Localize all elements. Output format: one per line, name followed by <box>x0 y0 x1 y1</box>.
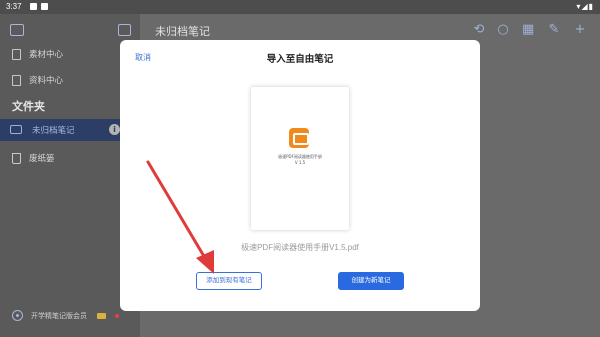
sidebar-item-label: 未归档笔记 <box>32 125 75 135</box>
add-to-existing-note-button[interactable]: 添加到现有笔记 <box>196 272 262 290</box>
grid-icon[interactable]: ▦ <box>522 23 534 36</box>
app-logo-icon <box>289 128 309 148</box>
membership-link[interactable]: 开学精笔记版会员 <box>12 310 119 321</box>
folder-section-title: 文件夹 <box>12 101 45 113</box>
add-icon[interactable]: + <box>574 23 586 36</box>
status-time: 3:37 <box>6 2 22 11</box>
trash-icon <box>12 152 21 164</box>
sidebar-item-label: 资料中心 <box>29 75 64 85</box>
notification-icon <box>30 3 37 10</box>
gear-icon[interactable] <box>12 310 23 321</box>
battery-wifi-icon: ▾◢▮ <box>576 2 594 11</box>
membership-label: 开学精笔记版会员 <box>31 312 87 320</box>
search-icon[interactable]: ○ <box>497 23 509 36</box>
sidebar-toggle-icon[interactable] <box>10 24 24 36</box>
sidebar-item-unfiled-notes[interactable]: 未归档笔记 i <box>0 119 128 141</box>
folder-icon <box>10 125 22 134</box>
edit-icon[interactable]: ✎ <box>548 23 560 36</box>
thumbnail-caption: 极速PDF阅读器使用手册 V 1.5 <box>251 154 349 166</box>
sidebar-item-materials[interactable]: 素材中心 <box>12 45 63 63</box>
sidebar-item-label: 素材中心 <box>29 49 64 59</box>
sidebar-item-resources[interactable]: 资料中心 <box>12 71 63 89</box>
sidebar: 素材中心 资料中心 文件夹 未归档笔记 i 废纸篓 开学精笔记版会员 <box>0 14 140 337</box>
sidebar-item-trash[interactable]: 废纸篓 <box>12 149 55 167</box>
file-name: 极速PDF阅读器使用手册V1.5.pdf <box>241 243 359 252</box>
red-dot-icon <box>115 313 119 318</box>
notification-icon <box>41 3 48 10</box>
document-icon <box>12 48 21 60</box>
dialog-title: 导入至自由笔记 <box>266 54 334 65</box>
sync-icon[interactable]: ⟲ <box>473 23 485 36</box>
info-icon[interactable]: i <box>109 124 120 135</box>
document-icon <box>12 74 21 86</box>
status-bar: 3:37 ▾◢▮ <box>0 0 600 14</box>
vip-badge-icon <box>97 312 106 319</box>
import-dialog: 导入至自由笔记 取消 极速PDF阅读器使用手册 V 1.5 极速PDF阅读器使用… <box>120 40 480 311</box>
new-folder-icon[interactable] <box>118 24 131 36</box>
document-thumbnail: 极速PDF阅读器使用手册 V 1.5 <box>251 87 349 230</box>
thumbnail-caption-line: V 1.5 <box>294 160 306 165</box>
page-title: 未归档笔记 <box>155 26 210 38</box>
cancel-button[interactable]: 取消 <box>135 52 151 63</box>
create-new-note-button[interactable]: 创建为新笔记 <box>338 272 404 290</box>
sidebar-item-label: 废纸篓 <box>29 153 55 163</box>
